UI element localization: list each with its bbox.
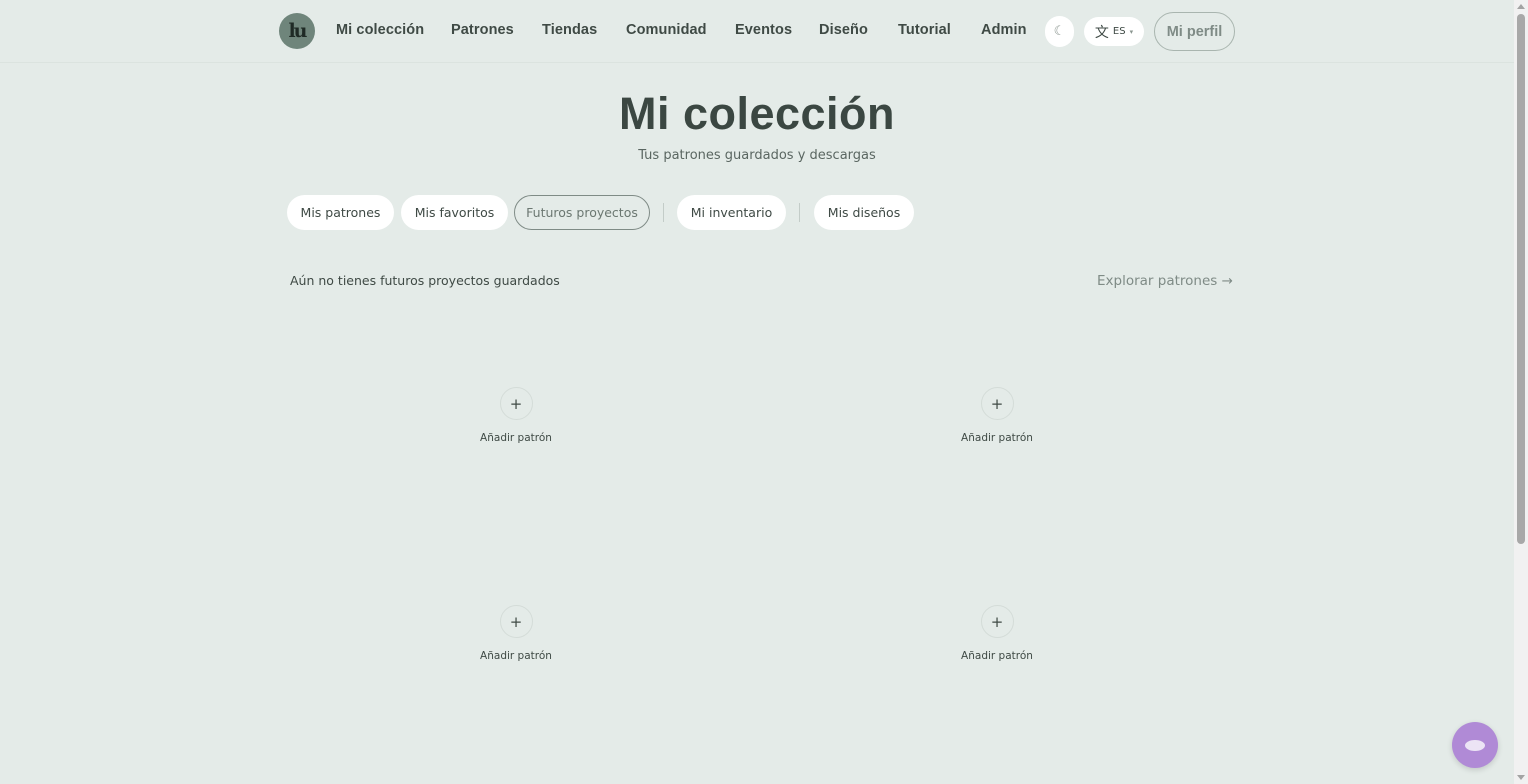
logo-text: lu: [288, 20, 307, 42]
add-pattern-slot[interactable]: + Añadir patrón: [937, 387, 1057, 447]
add-pattern-slot[interactable]: + Añadir patrón: [456, 387, 576, 447]
plus-icon[interactable]: +: [980, 387, 1014, 420]
language-selector[interactable]: 文 ES ▾: [1084, 17, 1144, 46]
tab-mis-disenos[interactable]: Mis diseños: [814, 195, 914, 230]
tab-futuros-proyectos[interactable]: Futuros proyectos: [514, 195, 650, 230]
scrollbar[interactable]: [1514, 0, 1528, 784]
nav-item-diseno[interactable]: Diseño: [819, 22, 868, 38]
nav-item-comunidad[interactable]: Comunidad: [626, 22, 707, 38]
translate-icon: 文: [1094, 24, 1109, 41]
chevron-down-icon: ▾: [1129, 27, 1134, 36]
add-pattern-label: Añadir patrón: [961, 650, 1033, 662]
add-pattern-slot[interactable]: + Añadir patrón: [456, 605, 576, 665]
moon-icon: ☾: [1053, 24, 1066, 39]
tab-mis-patrones[interactable]: Mis patrones: [287, 195, 394, 230]
plus-icon[interactable]: +: [499, 605, 533, 638]
top-nav: lu Mi colección Patrones Tiendas Comunid…: [0, 0, 1514, 63]
chat-icon: [1465, 739, 1485, 751]
tab-divider: [663, 203, 664, 222]
explore-patterns-link[interactable]: Explorar patrones →: [1097, 273, 1233, 289]
plus-icon[interactable]: +: [499, 387, 533, 420]
plus-icon[interactable]: +: [980, 605, 1014, 638]
nav-item-tiendas[interactable]: Tiendas: [542, 22, 597, 38]
theme-toggle-button[interactable]: ☾: [1045, 16, 1074, 47]
scroll-up-icon[interactable]: [1517, 4, 1525, 9]
tab-mi-inventario[interactable]: Mi inventario: [677, 195, 786, 230]
nav-item-eventos[interactable]: Eventos: [735, 22, 792, 38]
nav-item-tutorial[interactable]: Tutorial: [898, 22, 951, 38]
add-pattern-slot[interactable]: + Añadir patrón: [937, 605, 1057, 665]
add-pattern-label: Añadir patrón: [961, 432, 1033, 444]
add-pattern-label: Añadir patrón: [480, 650, 552, 662]
tab-divider: [799, 203, 800, 222]
scroll-down-icon[interactable]: [1517, 775, 1525, 780]
page-subtitle: Tus patrones guardados y descargas: [638, 148, 876, 163]
language-code: ES: [1112, 26, 1126, 37]
scroll-thumb[interactable]: [1517, 14, 1525, 544]
nav-item-admin[interactable]: Admin: [981, 22, 1027, 38]
add-pattern-label: Añadir patrón: [480, 432, 552, 444]
page-title: Mi colección: [618, 88, 896, 139]
nav-item-mi-coleccion[interactable]: Mi colección: [336, 22, 424, 38]
profile-button[interactable]: Mi perfil: [1154, 12, 1235, 51]
empty-state-message: Aún no tienes futuros proyectos guardado…: [290, 273, 560, 288]
tab-mis-favoritos[interactable]: Mis favoritos: [401, 195, 508, 230]
nav-item-patrones[interactable]: Patrones: [451, 22, 514, 38]
logo-icon[interactable]: lu: [279, 13, 315, 49]
chat-button[interactable]: [1452, 722, 1498, 768]
